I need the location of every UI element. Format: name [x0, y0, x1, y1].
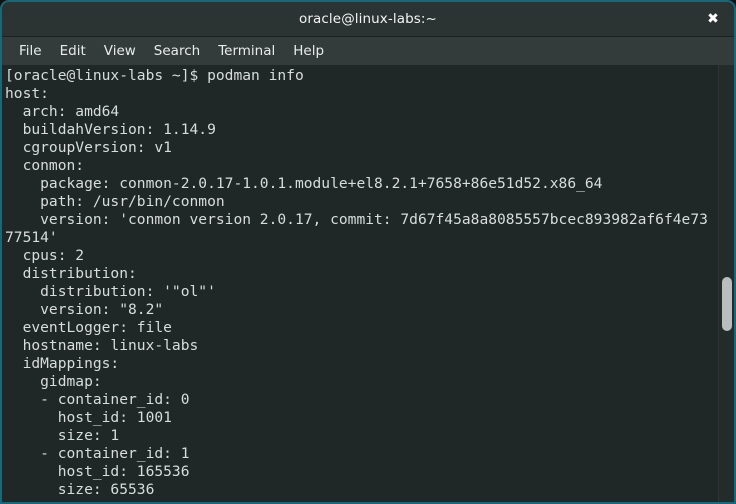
terminal-line: size: 65536 [5, 481, 155, 498]
terminal-line: cgroupVersion: v1 [5, 139, 172, 156]
menu-bar: File Edit View Search Terminal Help [2, 36, 734, 65]
terminal-line: version: "8.2" [5, 301, 164, 318]
terminal-line: conmon: [5, 157, 85, 174]
menu-item-help[interactable]: Help [284, 41, 333, 61]
terminal-line: host_id: 165536 [5, 463, 190, 480]
terminal-window: oracle@linux-labs:~ ✖ File Edit View Sea… [0, 0, 736, 504]
terminal-line: size: 1 [5, 427, 120, 444]
terminal-line: eventLogger: file [5, 319, 172, 336]
terminal-scrollbar[interactable] [718, 65, 734, 502]
close-icon[interactable]: ✖ [700, 6, 726, 32]
terminal-line: idMappings: [5, 355, 120, 372]
scrollbar-thumb[interactable] [722, 277, 732, 331]
terminal-line: arch: amd64 [5, 103, 120, 120]
terminal-line: hostname: linux-labs [5, 337, 199, 354]
terminal-output-area[interactable]: [oracle@linux-labs ~]$ podman info host: … [2, 65, 734, 502]
menu-item-edit[interactable]: Edit [51, 41, 95, 61]
terminal-line: - container_id: 0 [5, 391, 190, 408]
terminal-line: [oracle@linux-labs ~]$ podman info [5, 67, 304, 84]
terminal-line: path: /usr/bin/conmon [5, 193, 225, 210]
terminal-line: distribution: '"ol"' [5, 283, 216, 300]
terminal-screen: [oracle@linux-labs ~]$ podman info host: … [2, 65, 734, 499]
terminal-line: buildahVersion: 1.14.9 [5, 121, 216, 138]
terminal-line: host: [5, 85, 49, 102]
menu-item-terminal[interactable]: Terminal [209, 41, 284, 61]
menu-item-file[interactable]: File [10, 41, 51, 61]
terminal-line: distribution: [5, 265, 137, 282]
terminal-line: host_id: 1001 [5, 409, 172, 426]
menu-item-view[interactable]: View [95, 41, 145, 61]
menu-item-search[interactable]: Search [145, 41, 209, 61]
terminal-line: 77514' [5, 229, 58, 246]
window-titlebar[interactable]: oracle@linux-labs:~ ✖ [2, 2, 734, 36]
terminal-line: gidmap: [5, 373, 102, 390]
terminal-line: cpus: 2 [5, 247, 85, 264]
terminal-line: - container_id: 1 [5, 445, 190, 462]
terminal-line: package: conmon-2.0.17-1.0.1.module+el8.… [5, 175, 603, 192]
window-title: oracle@linux-labs:~ [299, 11, 437, 27]
terminal-line: version: 'conmon version 2.0.17, commit:… [5, 211, 708, 228]
